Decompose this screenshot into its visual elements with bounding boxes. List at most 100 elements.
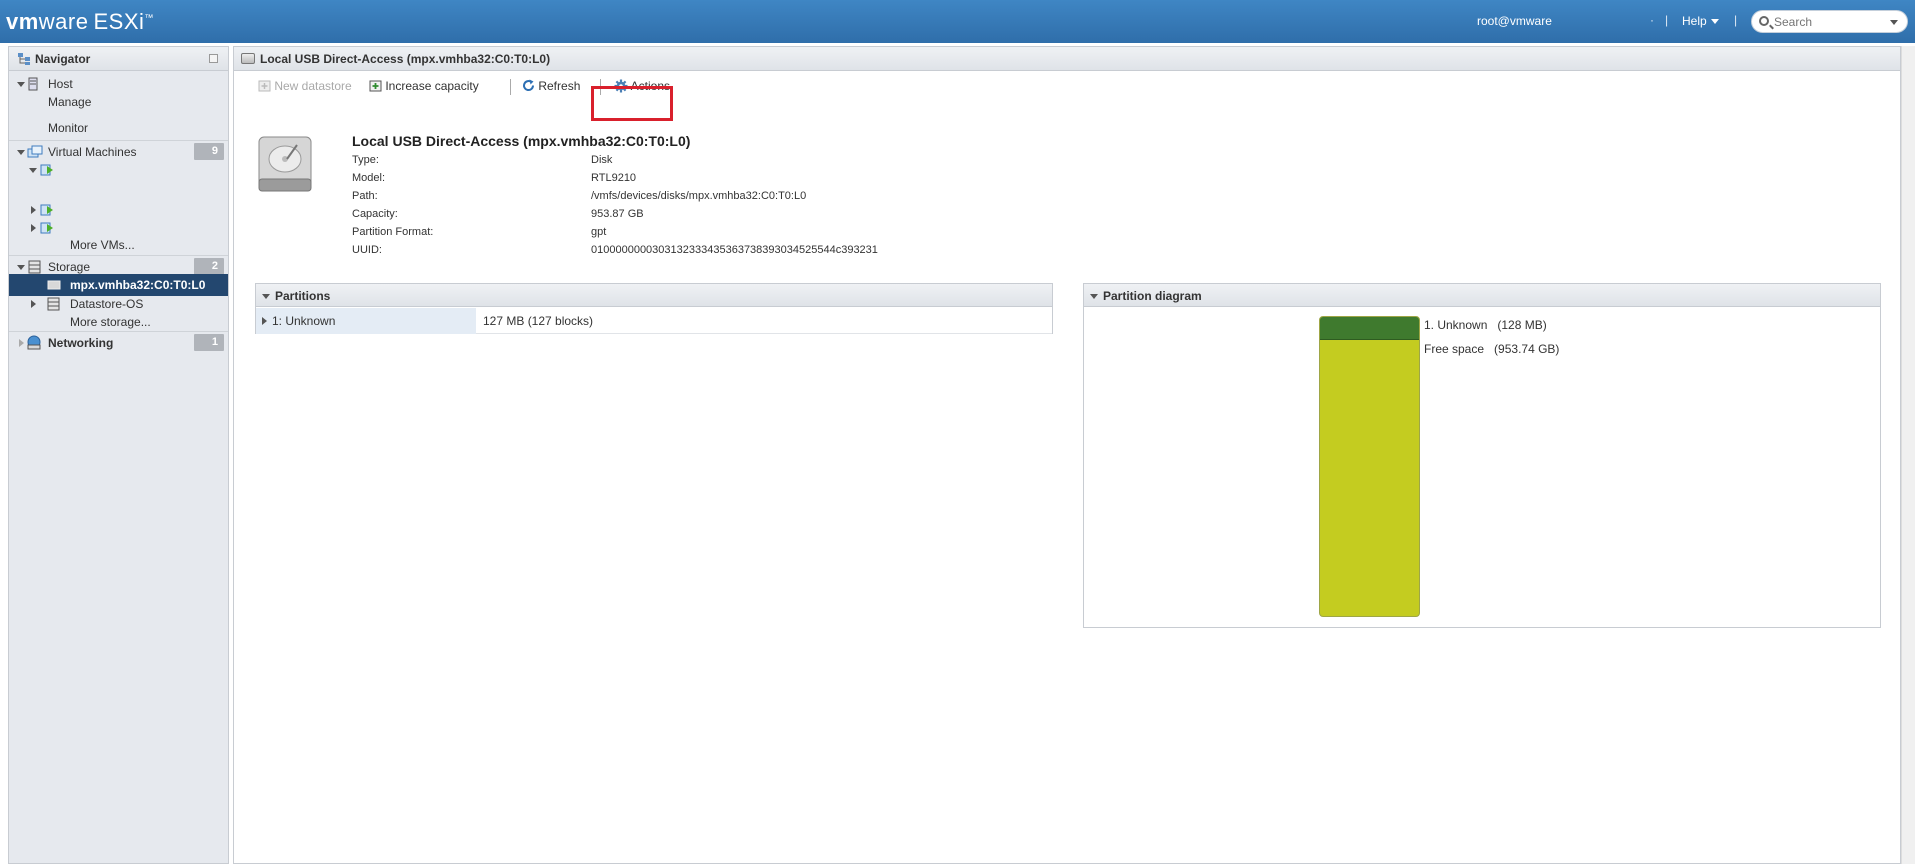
expand-icon[interactable] <box>17 150 25 155</box>
actions-highlight-box <box>591 86 673 121</box>
partition-diagram-header[interactable]: Partition diagram <box>1084 284 1880 307</box>
nav-label: Networking <box>48 336 114 350</box>
info-key: Type: <box>352 154 379 166</box>
info-value: RTL9210 <box>591 172 637 184</box>
increase-capacity-button[interactable]: Increase capacity <box>369 79 479 93</box>
expand-icon[interactable] <box>31 224 36 232</box>
help-label: Help <box>1682 14 1707 28</box>
nav-label: Datastore-OS <box>70 297 144 311</box>
legend-item: 1. Unknown (128 MB) <box>1424 318 1547 332</box>
user-menu[interactable]: root@vmware <box>1477 14 1552 28</box>
disk-title: Local USB Direct-Access (mpx.vmhba32:C0:… <box>352 133 691 149</box>
navigator-icon <box>18 53 30 65</box>
vertical-scrollbar[interactable] <box>1901 46 1915 864</box>
expand-icon[interactable] <box>29 168 37 173</box>
vm-icon <box>40 222 53 234</box>
increase-capacity-icon <box>369 80 382 92</box>
toolbar-label: Increase capacity <box>385 79 479 93</box>
disk-icon <box>47 280 61 290</box>
nav-label: Manage <box>48 95 92 109</box>
search-icon <box>1759 16 1769 26</box>
nav-label: mpx.vmhba32:C0:T0:L0 <box>70 278 206 292</box>
storage-icon <box>28 260 41 274</box>
info-value: 0100000000303132333435363738393034525544… <box>591 244 878 256</box>
legend-size: (953.74 GB) <box>1494 342 1560 356</box>
collapse-icon[interactable] <box>209 54 218 63</box>
collapse-icon[interactable] <box>1090 294 1098 299</box>
legend-size: (128 MB) <box>1497 318 1547 332</box>
toolbar-divider <box>510 79 511 95</box>
legend-label: 1. Unknown <box>1424 318 1488 332</box>
count-badge: 1 <box>194 334 224 351</box>
legend-label: Free space <box>1424 342 1485 356</box>
collapse-icon[interactable] <box>262 294 270 299</box>
expand-icon[interactable] <box>17 265 25 270</box>
nav-item-manage[interactable]: Manage <box>9 91 228 113</box>
refresh-button[interactable]: Refresh <box>522 79 580 93</box>
vmware-esxi-logo: vmware ESXi™ <box>6 9 154 34</box>
new-datastore-button[interactable]: New datastore <box>258 79 352 93</box>
refresh-icon <box>523 79 535 92</box>
partitions-panel: Partitions 1: Unknown 127 MB (127 blocks… <box>255 283 1053 334</box>
chevron-down-icon <box>1710 19 1719 25</box>
partition-diagram-panel: Partition diagram <box>1083 283 1881 628</box>
nav-item-networking[interactable]: Networking 1 <box>9 331 228 353</box>
legend-item: Free space (953.74 GB) <box>1424 342 1559 356</box>
panel-title: Partition diagram <box>1103 289 1202 303</box>
separator: | <box>1665 13 1669 27</box>
panel-title: Partitions <box>275 289 331 303</box>
partition-name: 1: Unknown <box>272 314 336 328</box>
count-badge: 2 <box>194 258 224 275</box>
expand-icon[interactable] <box>31 300 36 308</box>
vm-icon <box>40 204 53 216</box>
search-box[interactable] <box>1751 10 1908 33</box>
info-value: gpt <box>591 226 607 238</box>
vm-item[interactable] <box>9 159 228 181</box>
info-key: Path: <box>352 190 378 202</box>
toolbar-label: New datastore <box>274 79 352 93</box>
new-datastore-icon <box>258 80 271 92</box>
main-header: Local USB Direct-Access (mpx.vmhba32:C0:… <box>234 47 1900 71</box>
expand-icon[interactable] <box>262 317 267 325</box>
top-bar: vmware ESXi™ root@vmware · | Help | <box>0 0 1915 43</box>
table-row[interactable]: 1: Unknown 127 MB (127 blocks) <box>256 308 1052 334</box>
info-key: Capacity: <box>352 208 398 220</box>
chevron-down-icon[interactable] <box>1890 20 1898 25</box>
navigator-title: Navigator <box>35 52 91 66</box>
expand-icon[interactable] <box>31 206 36 214</box>
expand-icon[interactable] <box>17 82 25 87</box>
partition-name-cell: 1: Unknown <box>256 308 476 334</box>
toolbar: New datastore Increase capacity Refresh … <box>258 75 758 99</box>
navigator-panel: Navigator Host Manage Monitor Virtual Ma… <box>8 46 229 864</box>
hard-disk-icon <box>258 136 312 192</box>
vm-icon <box>40 164 53 176</box>
separator: | <box>1734 13 1738 27</box>
partition-size: 127 MB (127 blocks) <box>483 314 594 328</box>
nav-label: Monitor <box>48 121 89 135</box>
expand-icon[interactable] <box>19 339 24 347</box>
virtual-machines-icon <box>27 145 43 158</box>
nav-item-more-vms[interactable]: More VMs... <box>9 234 228 256</box>
separator: · <box>1650 13 1654 27</box>
info-value: /vmfs/devices/disks/mpx.vmhba32:C0:T0:L0 <box>591 190 807 202</box>
count-badge: 9 <box>194 143 224 160</box>
nav-label: Storage <box>48 260 91 274</box>
nav-label: More storage... <box>70 315 151 329</box>
info-key: UUID: <box>352 244 382 256</box>
info-key: Model: <box>352 172 386 184</box>
navigator-header: Navigator <box>9 47 228 71</box>
disk-icon <box>241 53 255 64</box>
nav-item-monitor[interactable]: Monitor <box>9 117 228 139</box>
page-title: Local USB Direct-Access (mpx.vmhba32:C0:… <box>260 52 551 66</box>
host-icon <box>28 77 38 91</box>
info-value: Disk <box>591 154 613 166</box>
partition-bar <box>1319 316 1420 617</box>
partitions-header[interactable]: Partitions <box>256 284 1052 307</box>
nav-item-more-storage[interactable]: More storage... <box>9 311 228 333</box>
search-input[interactable] <box>1774 14 1884 30</box>
nav-label: More VMs... <box>70 238 135 252</box>
help-menu[interactable]: Help <box>1682 14 1719 28</box>
nav-label: Host <box>48 77 73 91</box>
toolbar-label: Refresh <box>538 79 581 93</box>
networking-icon <box>27 335 41 350</box>
